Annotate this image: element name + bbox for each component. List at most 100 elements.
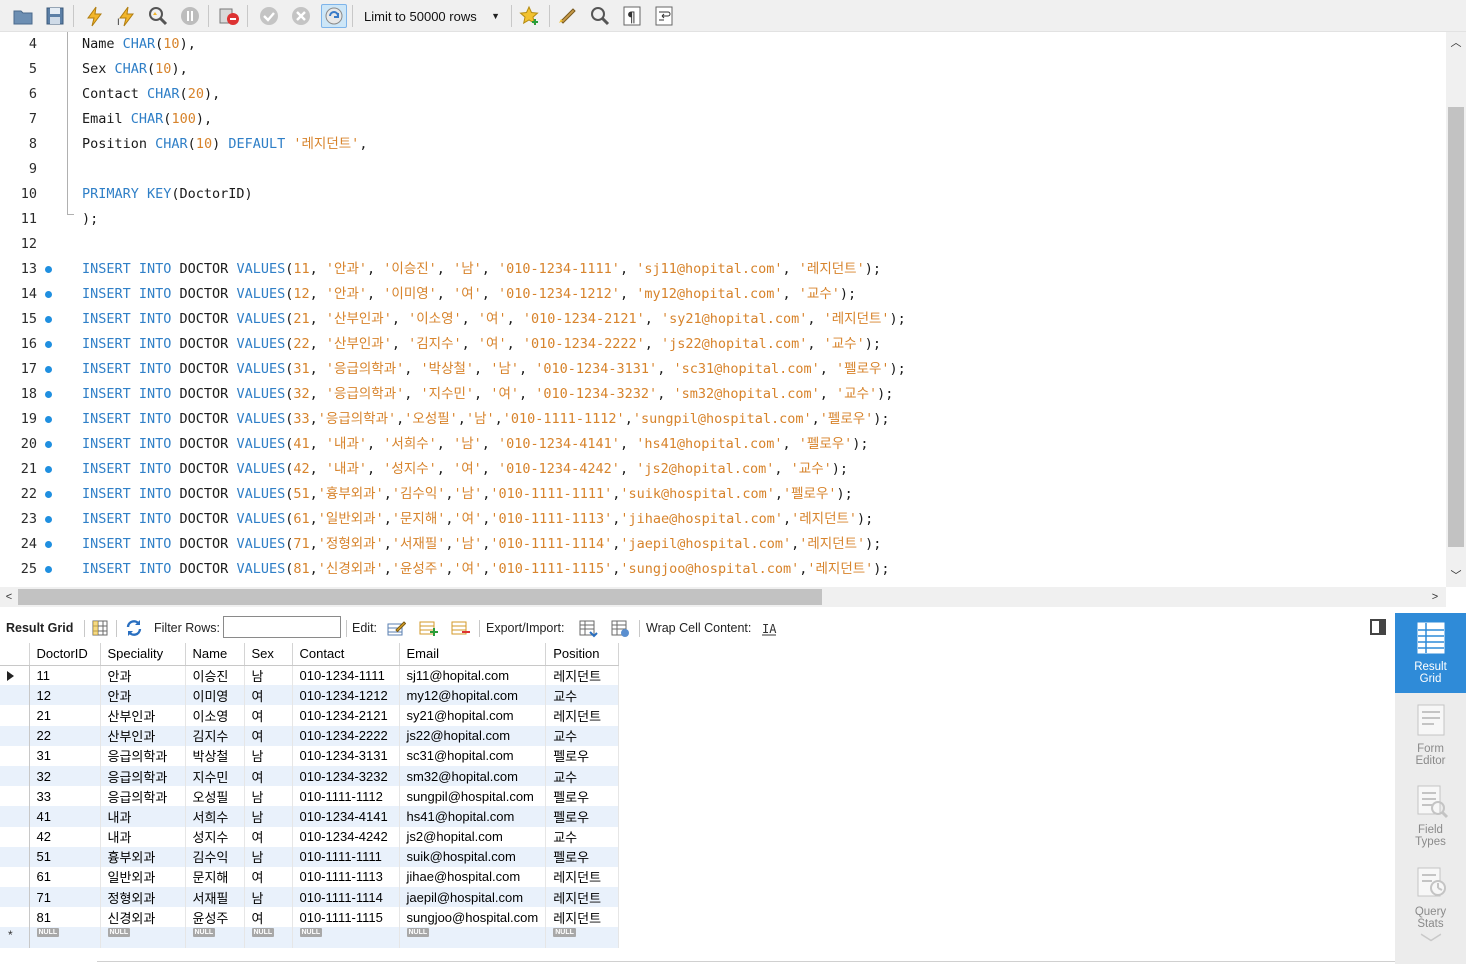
editor-line[interactable]: 18 INSERT INTO DOCTOR VALUES(32, '응급의학과',…: [0, 382, 1440, 407]
table-cell[interactable]: js22@hopital.com: [399, 725, 547, 746]
editor-line[interactable]: 25 INSERT INTO DOCTOR VALUES(81,'신경외과','윤…: [0, 557, 1440, 582]
table-cell[interactable]: 내과: [100, 806, 186, 827]
row-header[interactable]: [0, 887, 30, 908]
table-cell[interactable]: 여: [244, 765, 293, 787]
table-cell[interactable]: my12@hopital.com: [399, 685, 547, 706]
table-cell[interactable]: NULL: [244, 927, 293, 948]
table-cell[interactable]: jaepil@hospital.com: [399, 887, 547, 908]
scroll-down-icon[interactable]: ﹀: [1446, 567, 1466, 585]
table-row[interactable]: 33 응급의학과 오성필 남 010-1111-1112 sungpil@hospital…: [0, 786, 620, 807]
table-row[interactable]: 12 안과 이미영 여 010-1234-1212 my12@hopital.com 교수: [0, 685, 620, 706]
table-cell[interactable]: 010-1111-1115: [292, 907, 400, 928]
editor-line[interactable]: 20 INSERT INTO DOCTOR VALUES(41, '내과', '서…: [0, 432, 1440, 457]
table-cell[interactable]: 여: [244, 907, 293, 928]
rollback-icon[interactable]: [288, 4, 314, 28]
beautify-icon[interactable]: [555, 4, 581, 28]
table-cell[interactable]: 010-1111-1112: [292, 786, 400, 807]
refresh-icon[interactable]: [124, 618, 144, 638]
column-header[interactable]: Contact: [292, 643, 400, 666]
save-icon[interactable]: [42, 4, 68, 28]
row-header[interactable]: [0, 765, 30, 787]
commit-icon[interactable]: [256, 4, 282, 28]
editor-line[interactable]: 8 Position CHAR(10) DEFAULT '레지던트',: [0, 132, 1440, 157]
table-cell[interactable]: NULL: [100, 927, 186, 948]
table-cell[interactable]: 41: [29, 806, 101, 827]
table-cell[interactable]: 응급의학과: [100, 745, 186, 766]
table-cell[interactable]: 응급의학과: [100, 786, 186, 807]
result-grid-panel-button[interactable]: Result Grid: [1395, 613, 1466, 693]
row-header[interactable]: [0, 907, 30, 928]
table-cell[interactable]: 31: [29, 745, 101, 766]
column-header[interactable]: Sex: [244, 643, 293, 666]
scrollbar-thumb[interactable]: [1448, 107, 1464, 547]
column-header[interactable]: Speciality: [100, 643, 186, 666]
explain-icon[interactable]: [145, 4, 171, 28]
table-cell[interactable]: 윤성주: [185, 907, 245, 928]
table-cell[interactable]: 010-1234-4242: [292, 826, 400, 847]
toggle-side-panel-icon[interactable]: [1370, 619, 1386, 635]
wrap-icon[interactable]: [651, 4, 677, 28]
table-cell[interactable]: 여: [244, 866, 293, 888]
table-cell[interactable]: 여: [244, 705, 293, 726]
sql-editor[interactable]: 4 Name CHAR(10), 5 Sex CHAR(10), 6 Contact CH…: [0, 32, 1446, 587]
table-cell[interactable]: 정형외과: [100, 887, 186, 908]
form-editor-panel-button[interactable]: Form Editor: [1395, 695, 1466, 775]
row-header[interactable]: [0, 806, 30, 827]
table-cell[interactable]: 33: [29, 786, 101, 807]
editor-horizontal-scrollbar[interactable]: < >: [0, 587, 1446, 607]
row-header[interactable]: [0, 725, 30, 746]
result-grid-label[interactable]: Result Grid: [6, 613, 73, 643]
find-icon[interactable]: [587, 4, 613, 28]
table-cell[interactable]: 010-1234-1212: [292, 685, 400, 706]
table-cell[interactable]: 22: [29, 725, 101, 746]
table-cell[interactable]: 펠로우: [545, 786, 620, 807]
table-row[interactable]: 31 응급의학과 박상철 남 010-1234-3131 sc31@hopital.com…: [0, 745, 620, 766]
table-cell[interactable]: 010-1234-4141: [292, 806, 400, 827]
table-cell[interactable]: 교수: [545, 765, 620, 787]
table-row[interactable]: 51 흉부외과 김수익 남 010-1111-1111 suik@hospital.com…: [0, 846, 620, 867]
import-icon[interactable]: [610, 618, 630, 638]
editor-line[interactable]: 9: [0, 157, 1440, 182]
autocommit-icon[interactable]: [321, 4, 347, 28]
scrollbar-thumb[interactable]: [18, 589, 822, 605]
row-header[interactable]: [0, 846, 30, 867]
table-cell[interactable]: 지수민: [185, 765, 245, 787]
table-cell[interactable]: 레지던트: [545, 705, 620, 726]
field-types-panel-button[interactable]: Field Types: [1395, 776, 1466, 856]
table-cell[interactable]: hs41@hopital.com: [399, 806, 547, 827]
editor-line[interactable]: 24 INSERT INTO DOCTOR VALUES(71,'정형외과','서…: [0, 532, 1440, 557]
table-cell[interactable]: 서재필: [185, 887, 245, 908]
table-row[interactable]: 22 산부인과 김지수 여 010-1234-2222 js22@hopital.com 교…: [0, 725, 620, 746]
editor-line[interactable]: 17 INSERT INTO DOCTOR VALUES(31, '응급의학과',…: [0, 357, 1440, 382]
toggle-continue-on-error-icon[interactable]: [216, 4, 242, 28]
scroll-up-icon[interactable]: ︿: [1446, 34, 1466, 52]
filter-rows-input[interactable]: [223, 616, 341, 638]
column-header[interactable]: Name: [185, 643, 245, 666]
table-cell[interactable]: 오성필: [185, 786, 245, 807]
row-header[interactable]: *: [0, 927, 30, 948]
scroll-right-icon[interactable]: >: [1426, 587, 1444, 607]
table-cell[interactable]: 32: [29, 765, 101, 787]
column-header[interactable]: Position: [545, 643, 620, 666]
table-cell[interactable]: 레지던트: [545, 866, 620, 888]
table-cell[interactable]: suik@hospital.com: [399, 846, 547, 867]
table-cell[interactable]: sj11@hopital.com: [399, 665, 547, 686]
row-header[interactable]: [0, 685, 30, 706]
table-cell[interactable]: 010-1111-1113: [292, 866, 400, 888]
table-cell[interactable]: 여: [244, 826, 293, 847]
table-cell[interactable]: 펠로우: [545, 846, 620, 867]
edit-row-icon[interactable]: [386, 618, 406, 638]
table-cell[interactable]: 박상철: [185, 745, 245, 766]
table-cell[interactable]: 교수: [545, 826, 620, 847]
table-cell[interactable]: 남: [244, 786, 293, 807]
table-cell[interactable]: 산부인과: [100, 725, 186, 746]
editor-line[interactable]: 13 INSERT INTO DOCTOR VALUES(11, '안과', '이…: [0, 257, 1440, 282]
add-row-icon[interactable]: [418, 618, 438, 638]
table-cell[interactable]: 61: [29, 866, 101, 888]
table-cell[interactable]: NULL: [29, 927, 101, 948]
bookmark-icon[interactable]: [517, 4, 543, 28]
editor-line[interactable]: 16 INSERT INTO DOCTOR VALUES(22, '산부인과', …: [0, 332, 1440, 357]
table-cell[interactable]: sy21@hopital.com: [399, 705, 547, 726]
table-cell[interactable]: 응급의학과: [100, 765, 186, 787]
table-cell[interactable]: 남: [244, 887, 293, 908]
